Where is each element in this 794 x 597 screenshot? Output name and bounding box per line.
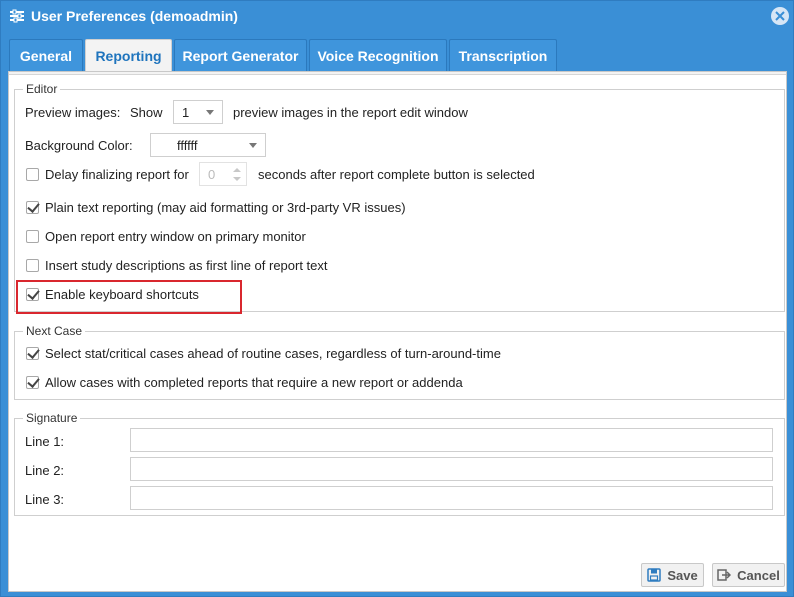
save-label: Save <box>667 567 698 583</box>
title-bar[interactable]: User Preferences (demoadmin) <box>1 1 793 31</box>
stat-critical-row[interactable]: Select stat/critical cases ahead of rout… <box>26 346 501 361</box>
tab-report-generator[interactable]: Report Generator <box>174 39 307 71</box>
highlight-box <box>16 280 242 314</box>
signature-line3-label: Line 3: <box>25 492 65 507</box>
signature-legend: Signature <box>26 411 78 425</box>
cancel-button[interactable]: Cancel <box>712 563 785 587</box>
preview-images-value: 1 <box>182 104 190 120</box>
allow-completed-row[interactable]: Allow cases with completed reports that … <box>26 375 463 390</box>
open-primary-monitor-row[interactable]: Open report entry window on primary moni… <box>26 229 306 244</box>
preview-images-suffix: preview images in the report edit window <box>233 105 468 120</box>
delay-finalizing-suffix: seconds after report complete button is … <box>258 167 535 182</box>
open-primary-monitor-checkbox[interactable] <box>26 230 39 243</box>
next-case-legend: Next Case <box>26 324 83 338</box>
delay-seconds-stepper[interactable]: 0 <box>199 162 247 186</box>
insert-study-descriptions-checkbox[interactable] <box>26 259 39 272</box>
plain-text-checkbox[interactable] <box>26 201 39 214</box>
chevron-down-icon <box>206 110 214 115</box>
preferences-window: User Preferences (demoadmin) General Rep… <box>0 0 794 597</box>
signature-line2-input[interactable] <box>130 457 773 481</box>
window-title: User Preferences (demoadmin) <box>31 8 238 24</box>
tab-reporting[interactable]: Reporting <box>85 39 172 72</box>
tab-voice-recognition[interactable]: Voice Recognition <box>309 39 447 71</box>
editor-legend: Editor <box>26 82 58 96</box>
delay-seconds-value: 0 <box>208 166 216 182</box>
stat-critical-label: Select stat/critical cases ahead of rout… <box>45 346 501 361</box>
signature-line3-input[interactable] <box>130 486 773 510</box>
preview-images-select[interactable]: 1 <box>173 100 223 124</box>
signature-line2-label: Line 2: <box>25 463 65 478</box>
reporting-panel: Editor Preview images: Show 1 preview im… <box>8 71 787 592</box>
preferences-icon <box>10 9 24 23</box>
chevron-down-icon <box>249 143 257 148</box>
save-icon <box>647 568 662 582</box>
background-color-value: ffffff <box>177 137 198 153</box>
cancel-label: Cancel <box>737 567 780 583</box>
background-color-label: Background Color: <box>25 138 133 153</box>
save-button[interactable]: Save <box>641 563 704 587</box>
signature-line1-label: Line 1: <box>25 434 65 449</box>
close-icon <box>775 11 785 21</box>
insert-study-descriptions-row[interactable]: Insert study descriptions as first line … <box>26 258 328 273</box>
signature-line1-input[interactable] <box>130 428 773 452</box>
allow-completed-label: Allow cases with completed reports that … <box>45 375 463 390</box>
panel-divider <box>9 72 786 75</box>
stepper-up-icon[interactable] <box>233 168 241 172</box>
open-primary-monitor-label: Open report entry window on primary moni… <box>45 229 306 244</box>
plain-text-row[interactable]: Plain text reporting (may aid formatting… <box>26 200 406 215</box>
stat-critical-checkbox[interactable] <box>26 347 39 360</box>
stepper-down-icon[interactable] <box>233 177 241 181</box>
allow-completed-checkbox[interactable] <box>26 376 39 389</box>
insert-study-descriptions-label: Insert study descriptions as first line … <box>45 258 328 273</box>
exit-icon <box>717 569 732 581</box>
preview-show-label: Show <box>130 105 163 120</box>
delay-finalizing-checkbox[interactable] <box>26 168 39 181</box>
delay-finalizing-row[interactable]: Delay finalizing report for <box>26 167 189 182</box>
tab-general[interactable]: General <box>9 39 83 71</box>
tab-transcription[interactable]: Transcription <box>449 39 557 71</box>
preview-images-label: Preview images: <box>25 105 121 120</box>
background-color-select[interactable]: ffffff <box>150 133 266 157</box>
delay-finalizing-label: Delay finalizing report for <box>45 167 189 182</box>
plain-text-label: Plain text reporting (may aid formatting… <box>45 200 406 215</box>
close-button[interactable] <box>771 7 789 25</box>
